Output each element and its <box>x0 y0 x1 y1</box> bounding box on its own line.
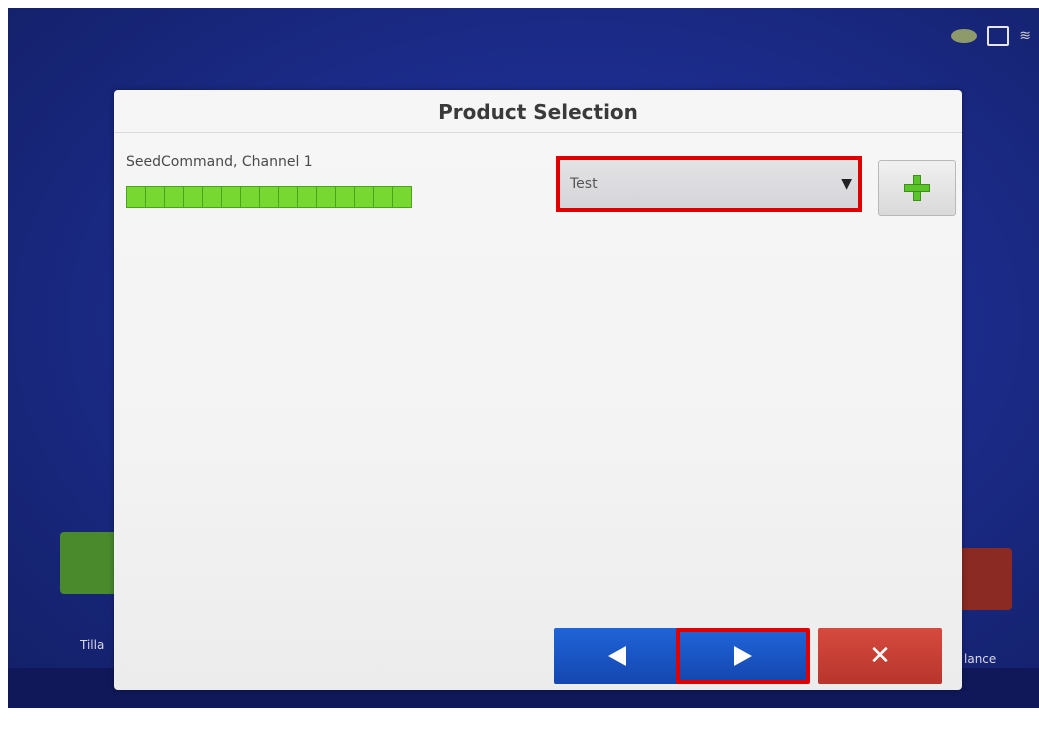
product-selection-dialog: Product Selection SeedCommand, Channel 1… <box>114 90 962 690</box>
satellite-icon: ≋ <box>1019 28 1031 44</box>
row-segment <box>374 187 393 207</box>
row-segment <box>393 187 411 207</box>
row-segment <box>279 187 298 207</box>
product-dropdown[interactable]: Test ▼ <box>556 156 862 212</box>
channel-label: SeedCommand, Channel 1 <box>126 154 313 170</box>
triangle-left-icon <box>608 646 626 666</box>
row-segment <box>222 187 241 207</box>
triangle-right-icon <box>734 646 752 666</box>
row-segment <box>203 187 222 207</box>
next-button[interactable] <box>676 628 810 684</box>
row-segment <box>165 187 184 207</box>
title-divider <box>114 132 962 133</box>
row-segment <box>298 187 317 207</box>
display-screen: ≋ Tilla lance Product Selection SeedComm… <box>8 8 1039 708</box>
guidance-tile-label: lance <box>964 652 997 666</box>
back-button[interactable] <box>554 628 680 684</box>
row-segment <box>127 187 146 207</box>
dialog-title: Product Selection <box>438 100 638 124</box>
row-segment <box>184 187 203 207</box>
status-bar: ≋ <box>951 26 1031 46</box>
row-segment-bar <box>126 186 412 208</box>
row-segment <box>317 187 336 207</box>
display-icon <box>987 26 1010 46</box>
product-dropdown-value: Test <box>570 176 598 192</box>
add-product-button[interactable] <box>878 160 956 216</box>
row-segment <box>336 187 355 207</box>
tillage-tile-label: Tilla <box>80 638 105 652</box>
close-icon: ✕ <box>869 641 891 671</box>
dropdown-arrow-icon: ▼ <box>841 176 852 192</box>
gps-icon <box>951 29 978 43</box>
row-segment <box>146 187 165 207</box>
row-segment <box>241 187 260 207</box>
plus-icon <box>904 175 930 201</box>
row-segment <box>355 187 374 207</box>
row-segment <box>260 187 279 207</box>
cancel-button[interactable]: ✕ <box>818 628 942 684</box>
